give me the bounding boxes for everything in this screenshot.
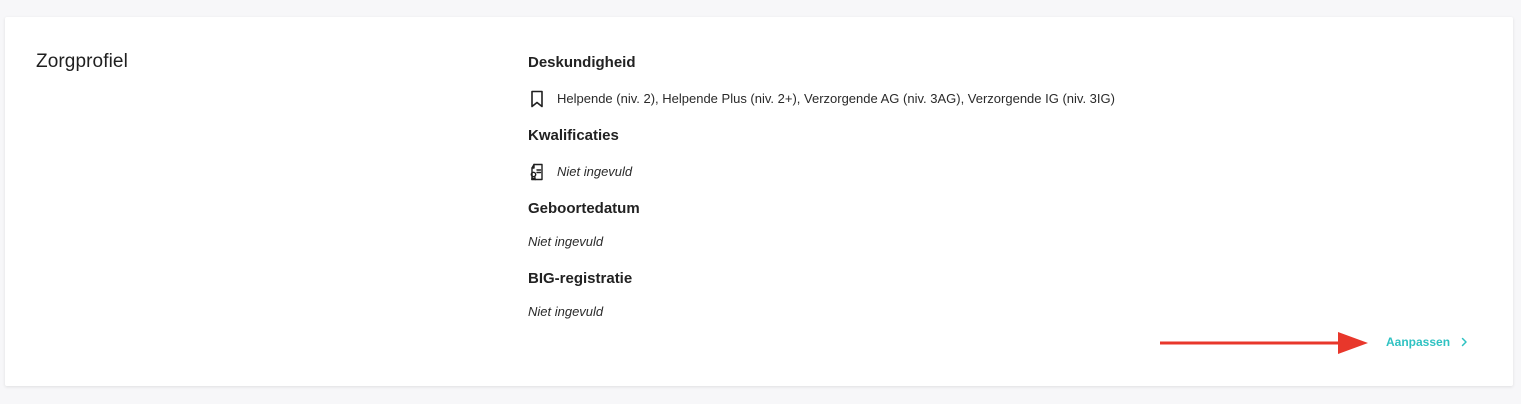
geboortedatum-label: Geboortedatum bbox=[528, 200, 640, 217]
big-registratie-label: BIG-registratie bbox=[528, 270, 633, 287]
big-registratie-value: Niet ingevuld bbox=[528, 304, 604, 319]
zorgprofiel-card: Zorgprofiel Deskundigheid Helpende (niv.… bbox=[5, 17, 1513, 386]
kwalificaties-value-row: Niet ingevuld bbox=[528, 162, 1428, 182]
annotation-arrow bbox=[1160, 332, 1368, 354]
aanpassen-label: Aanpassen bbox=[1386, 335, 1451, 349]
bookmark-icon bbox=[528, 90, 546, 108]
aanpassen-link[interactable]: Aanpassen bbox=[1386, 335, 1468, 349]
deskundigheid-value-row: Helpende (niv. 2), Helpende Plus (niv. 2… bbox=[528, 89, 1428, 109]
kwalificaties-value: Niet ingevuld bbox=[557, 164, 633, 179]
chevron-right-icon bbox=[1460, 337, 1468, 347]
deskundigheid-value: Helpende (niv. 2), Helpende Plus (niv. 2… bbox=[557, 91, 1115, 106]
profile-fields: Deskundigheid Helpende (niv. 2), Helpend… bbox=[528, 53, 1428, 322]
deskundigheid-label: Deskundigheid bbox=[528, 54, 636, 71]
kwalificaties-label: Kwalificaties bbox=[528, 127, 619, 144]
geboortedatum-value: Niet ingevuld bbox=[528, 234, 604, 249]
section-title: Zorgprofiel bbox=[36, 51, 128, 72]
certificate-icon bbox=[528, 163, 546, 181]
